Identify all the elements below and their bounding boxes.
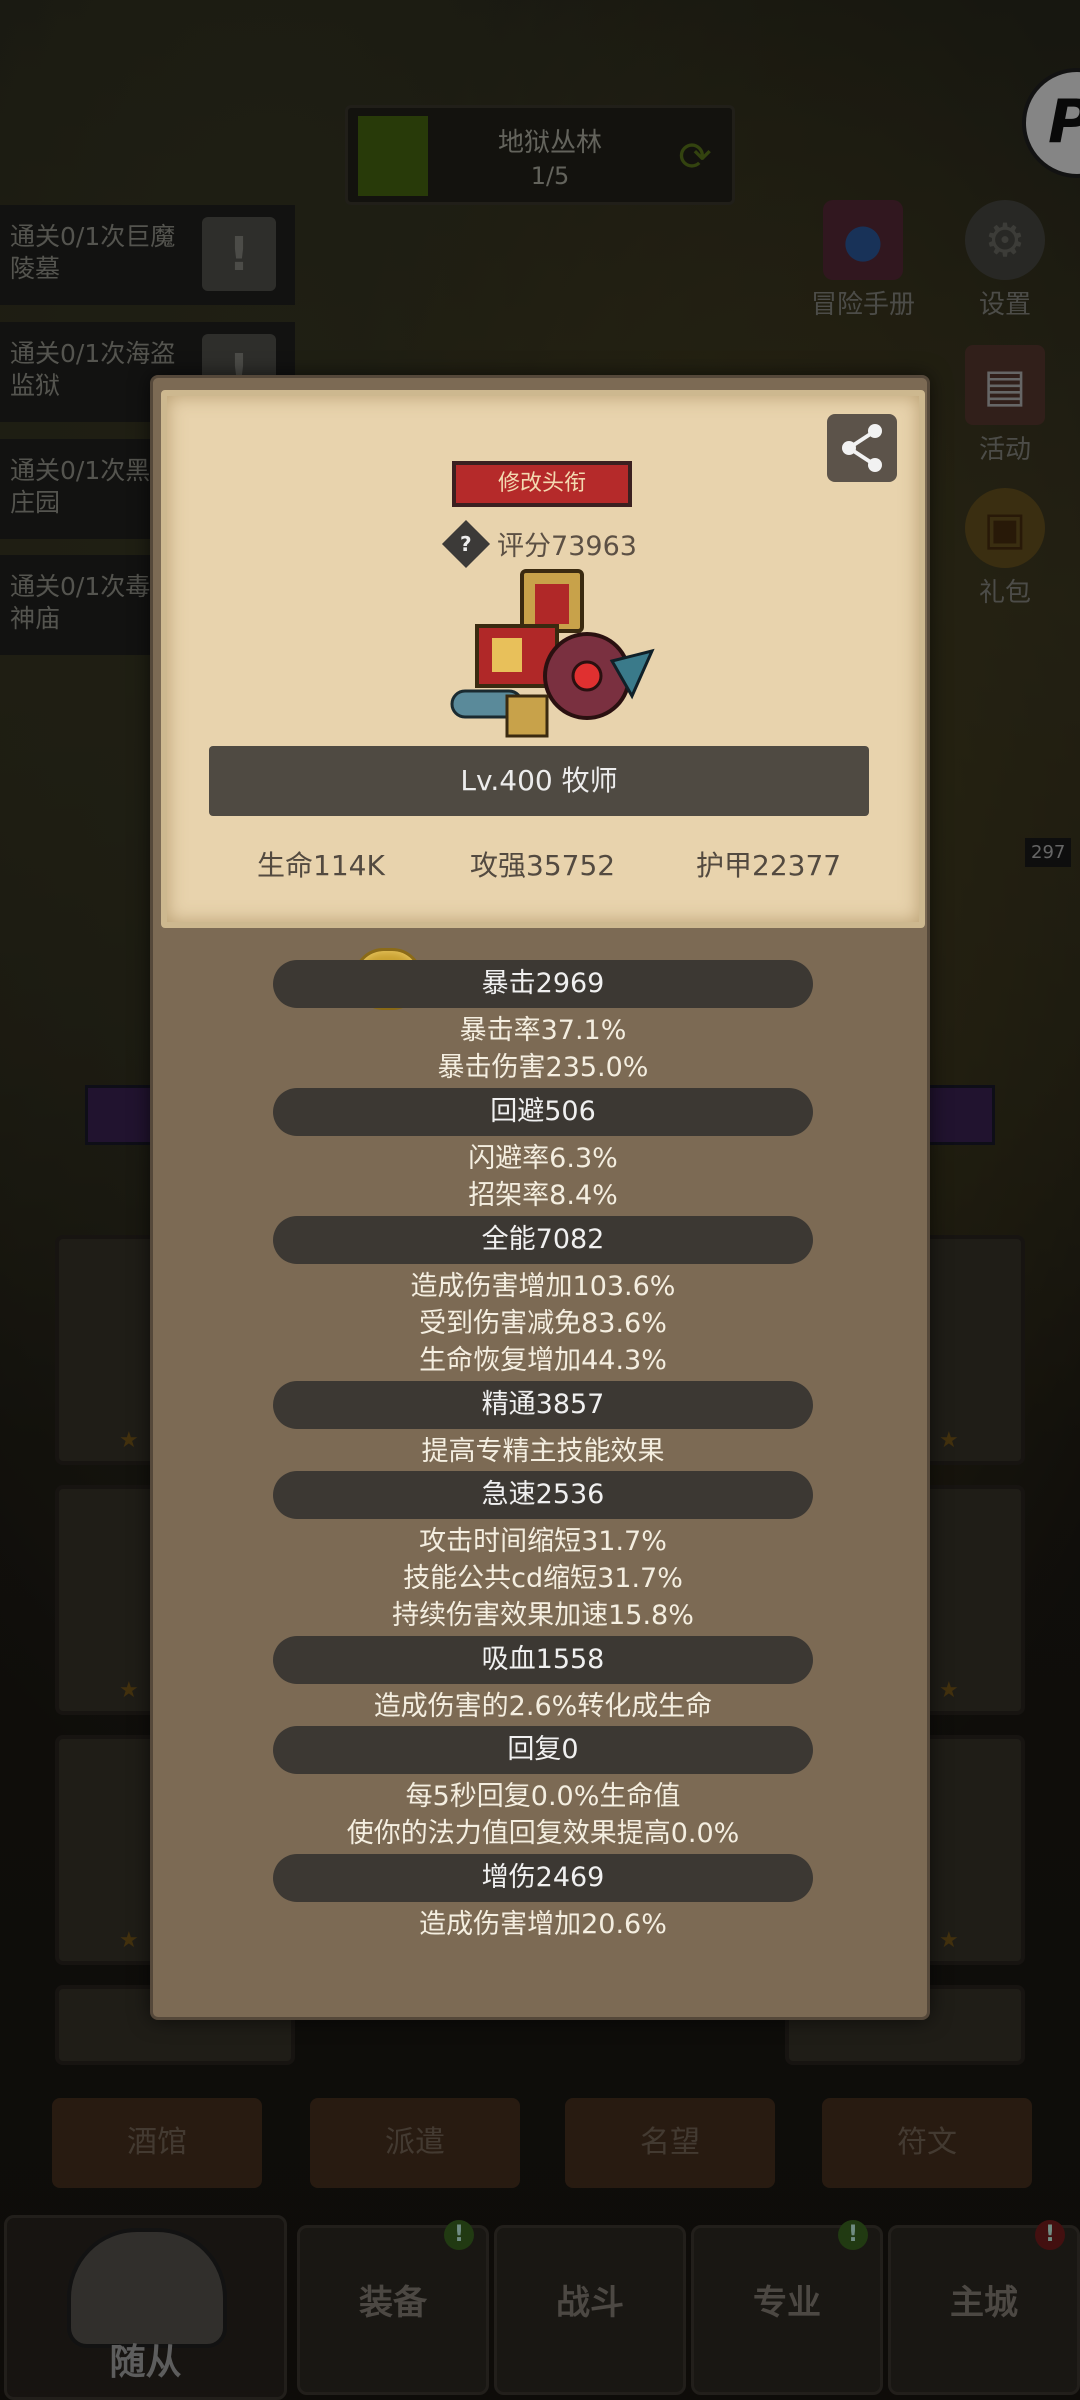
share-icon	[842, 424, 882, 472]
stat-detail: 暴击率37.1%	[459, 1015, 627, 1046]
armor-value: 护甲22377	[696, 849, 842, 882]
stat-detail: 持续伤害效果加速15.8%	[392, 1600, 694, 1631]
attack-power-value: 攻强35752	[470, 849, 616, 882]
hero-avatar	[450, 569, 655, 738]
stat-detail: 攻击时间缩短31.7%	[419, 1526, 667, 1557]
change-title-button[interactable]: 修改头衔	[452, 461, 632, 507]
stat-crit-header: 暴击2969	[273, 960, 813, 1008]
stat-detail: 暴击伤害235.0%	[437, 1052, 649, 1083]
stat-detail: 造成伤害增加20.6%	[419, 1909, 667, 1940]
stat-damage-bonus-header: 增伤2469	[273, 1854, 813, 1902]
stat-regen-header: 回复0	[273, 1726, 813, 1774]
score-row: ? 评分73963	[167, 519, 919, 568]
stat-detail: 提高专精主技能效果	[421, 1436, 665, 1467]
stat-versatility-header: 全能7082	[273, 1216, 813, 1264]
stat-haste-header: 急速2536	[273, 1471, 813, 1519]
character-card: 修改头衔 ? 评分73963 Lv.400 牧师 生命114K 攻强35752 护…	[161, 390, 925, 928]
stat-detail: 生命恢复增加44.3%	[419, 1345, 667, 1376]
level-class-bar: Lv.400 牧师	[209, 746, 869, 816]
share-button[interactable]	[827, 414, 897, 482]
help-icon[interactable]: ?	[442, 519, 491, 568]
stat-mastery-header: 精通3857	[273, 1381, 813, 1429]
hp-value: 生命114K	[257, 849, 385, 882]
stat-detail: 造成伤害增加103.6%	[410, 1271, 676, 1302]
stat-detail: 造成伤害的2.6%转化成生命	[373, 1691, 713, 1722]
stat-detail: 受到伤害减免83.6%	[419, 1308, 667, 1339]
stat-avoidance-header: 回避506	[273, 1088, 813, 1136]
stat-detail: 每5秒回复0.0%生命值	[405, 1781, 681, 1812]
stat-detail: 闪避率6.3%	[468, 1143, 618, 1174]
stat-detail: 使你的法力值回复效果提高0.0%	[346, 1818, 740, 1849]
character-stats-modal: 修改头衔 ? 评分73963 Lv.400 牧师 生命114K 攻强35752 护…	[150, 375, 930, 2020]
score-value: 评分73963	[497, 531, 637, 562]
stat-detail: 技能公共cd缩短31.7%	[403, 1563, 683, 1594]
stat-lifesteal-header: 吸血1558	[273, 1636, 813, 1684]
stat-detail: 招架率8.4%	[468, 1180, 618, 1211]
